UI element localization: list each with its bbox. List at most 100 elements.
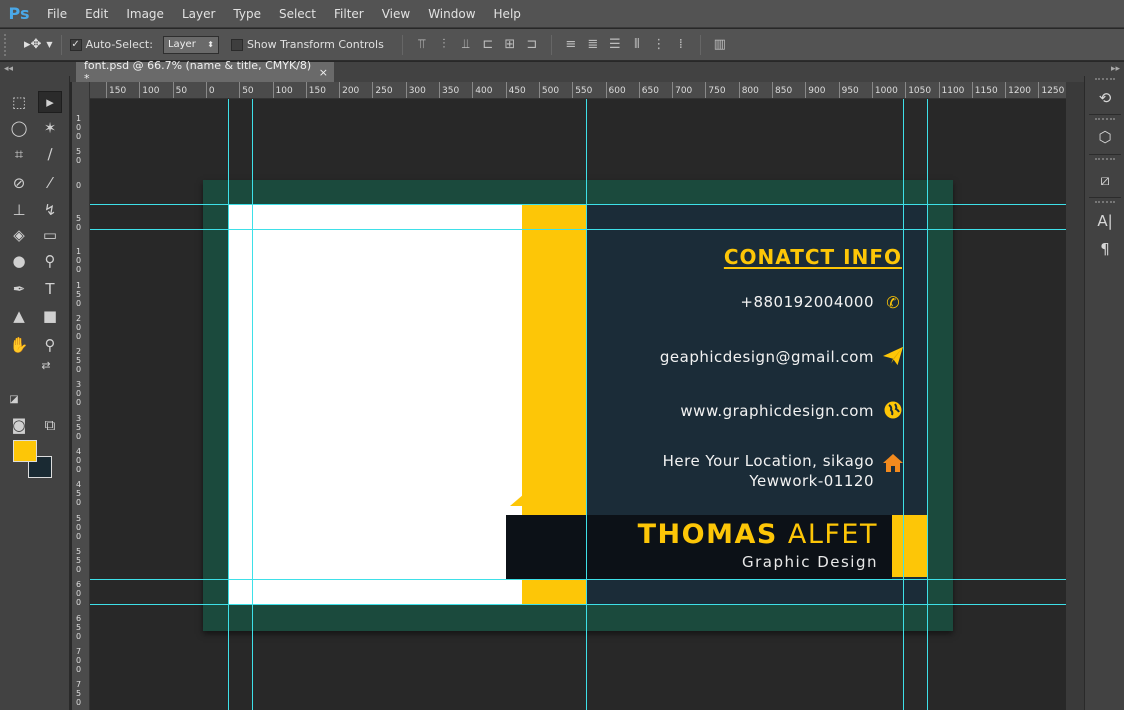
menu-select[interactable]: Select: [270, 0, 325, 28]
lasso-tool-icon[interactable]: ◯: [7, 117, 31, 139]
move-tool-icon[interactable]: ▸: [38, 91, 62, 113]
blur-tool-icon[interactable]: ●: [7, 250, 31, 272]
distribute-right-icon[interactable]: ⁞: [670, 34, 692, 56]
hand-tool-icon[interactable]: ✋: [7, 334, 31, 356]
contact-website: www.graphicdesign.com: [680, 402, 874, 420]
brush-tool-icon[interactable]: ⁄: [38, 172, 62, 194]
divider: [1089, 114, 1121, 115]
path-selection-icon[interactable]: ▲: [7, 305, 31, 327]
character-panel-icon[interactable]: A|: [1091, 210, 1119, 232]
person-name: THOMAS ALFET: [638, 519, 878, 550]
eyedropper-icon[interactable]: ∕: [38, 143, 62, 165]
distribute-hcenter-icon[interactable]: ⋮: [648, 34, 670, 56]
align-right-edges-icon[interactable]: ⊐: [521, 34, 543, 56]
menu-edit[interactable]: Edit: [76, 0, 117, 28]
clone-stamp-icon[interactable]: ⊥: [7, 199, 31, 221]
ruler-label: 1100: [941, 86, 965, 96]
menu-help[interactable]: Help: [485, 0, 530, 28]
panel-grip[interactable]: [1095, 118, 1115, 121]
guide-vertical[interactable]: [252, 99, 253, 710]
menu-layer[interactable]: Layer: [173, 0, 224, 28]
3d-panel-icon[interactable]: ⬡: [1091, 126, 1119, 148]
swap-colors-icon[interactable]: ⇄: [38, 358, 54, 372]
menu-view[interactable]: View: [373, 0, 419, 28]
close-tab-button[interactable]: ×: [319, 66, 328, 79]
vertical-scroll-gutter[interactable]: [1066, 82, 1084, 710]
guide-horizontal[interactable]: [90, 604, 1066, 605]
crop-tool-icon[interactable]: ⌗: [7, 143, 31, 165]
auto-align-layers-icon[interactable]: ▥: [709, 34, 731, 56]
tool-preset-picker[interactable]: ▸✥ ▼: [24, 37, 53, 52]
contact-address-line2: Yewwork-01120: [749, 472, 874, 490]
right-panel-dock: ⟲ ⬡ ⧄ A| ¶: [1084, 76, 1124, 710]
guide-horizontal[interactable]: [90, 204, 1066, 205]
distribute-top-icon[interactable]: ≡: [560, 34, 582, 56]
guide-vertical[interactable]: [586, 99, 587, 710]
updown-icon: ⬍: [207, 40, 214, 49]
panel-grip[interactable]: [1095, 201, 1115, 204]
align-vertical-centers-icon[interactable]: ⫶: [433, 34, 455, 56]
contact-phone: +880192004000: [740, 293, 874, 311]
guide-horizontal[interactable]: [90, 579, 1066, 580]
transform-controls-checkbox[interactable]: [230, 38, 243, 51]
document-tab[interactable]: font.psd @ 66.7% (name & title, CMYK/8) …: [76, 59, 334, 85]
ruler-tick: [372, 82, 374, 98]
marquee-tool-icon[interactable]: ⬚: [7, 91, 31, 113]
auto-select-value: Layer: [167, 39, 196, 50]
align-left-edges-icon[interactable]: ⊏: [477, 34, 499, 56]
rectangle-tool-icon[interactable]: ■: [38, 305, 62, 327]
menu-window[interactable]: Window: [419, 0, 484, 28]
panel-grip[interactable]: [1095, 78, 1115, 81]
options-grip[interactable]: [4, 33, 12, 56]
ruler-label: 550: [575, 86, 593, 96]
foreground-color-swatch[interactable]: [13, 440, 37, 462]
ruler-label: 500: [76, 513, 82, 541]
ruler-label: 50: [175, 86, 188, 96]
ruler-label: 1250: [1041, 86, 1065, 96]
ruler-tick: [239, 82, 241, 98]
menu-filter[interactable]: Filter: [325, 0, 373, 28]
healing-brush-icon[interactable]: ⊘: [7, 172, 31, 194]
type-tool-icon[interactable]: T: [38, 278, 62, 300]
distribute-bottom-icon[interactable]: ☰: [604, 34, 626, 56]
vertical-ruler[interactable]: 100 50 0 50 100 150 200 250 300 350 400 450 500 550 60…: [72, 82, 90, 710]
pen-tool-icon[interactable]: ✒: [7, 278, 31, 300]
screen-mode-icon[interactable]: ⧉: [38, 414, 62, 436]
ruler-label: 50: [242, 86, 254, 96]
distribute-vcenter-icon[interactable]: ≣: [582, 34, 604, 56]
history-panel-icon[interactable]: ⟲: [1091, 87, 1119, 109]
history-brush-icon[interactable]: ↯: [38, 199, 62, 221]
eraser-tool-icon[interactable]: ◈: [7, 224, 31, 246]
guide-vertical[interactable]: [927, 99, 928, 710]
align-bottom-edges-icon[interactable]: ⫫: [455, 34, 477, 56]
menu-type[interactable]: Type: [224, 0, 270, 28]
canvas-area[interactable]: CONATCT INFO +880192004000 ✆ geaphicdesi…: [90, 99, 1066, 710]
ruler-tick: [1038, 82, 1040, 98]
menu-file[interactable]: File: [38, 0, 76, 28]
distribute-left-icon[interactable]: ⦀: [626, 34, 648, 56]
guide-vertical[interactable]: [228, 99, 229, 710]
paragraph-panel-icon[interactable]: ¶: [1091, 238, 1119, 260]
gradient-tool-icon[interactable]: ▭: [38, 224, 62, 246]
align-horizontal-centers-icon[interactable]: ⊞: [499, 34, 521, 56]
menu-image[interactable]: Image: [117, 0, 173, 28]
ruler-label: 150: [308, 86, 326, 96]
magic-wand-icon[interactable]: ✶: [38, 117, 62, 139]
transform-controls-label: Show Transform Controls: [246, 38, 384, 51]
auto-select-dropdown[interactable]: Layer ⬍: [162, 35, 219, 54]
collapse-right-icon[interactable]: ▸▸: [1111, 64, 1120, 74]
panel-grip[interactable]: [1095, 158, 1115, 161]
auto-select-checkbox[interactable]: ✓: [69, 38, 82, 51]
guide-vertical[interactable]: [903, 99, 904, 710]
align-top-edges-icon[interactable]: ⫪: [411, 34, 433, 56]
collapse-left-icon[interactable]: ◂◂: [4, 64, 13, 74]
dodge-tool-icon[interactable]: ⚲: [38, 250, 62, 272]
quick-mask-icon[interactable]: ◙: [7, 414, 31, 436]
zoom-tool-icon[interactable]: ⚲: [38, 334, 62, 356]
default-colors-icon[interactable]: ◪: [6, 392, 22, 406]
guide-horizontal[interactable]: [90, 229, 1066, 230]
ruler-tick: [1005, 82, 1007, 98]
ruler-label: 400: [76, 447, 82, 474]
paths-panel-icon[interactable]: ⧄: [1091, 169, 1119, 191]
horizontal-ruler[interactable]: 150 100 50 0 50 100 150 200 250 300 350 400 450 500 55…: [90, 82, 1066, 99]
